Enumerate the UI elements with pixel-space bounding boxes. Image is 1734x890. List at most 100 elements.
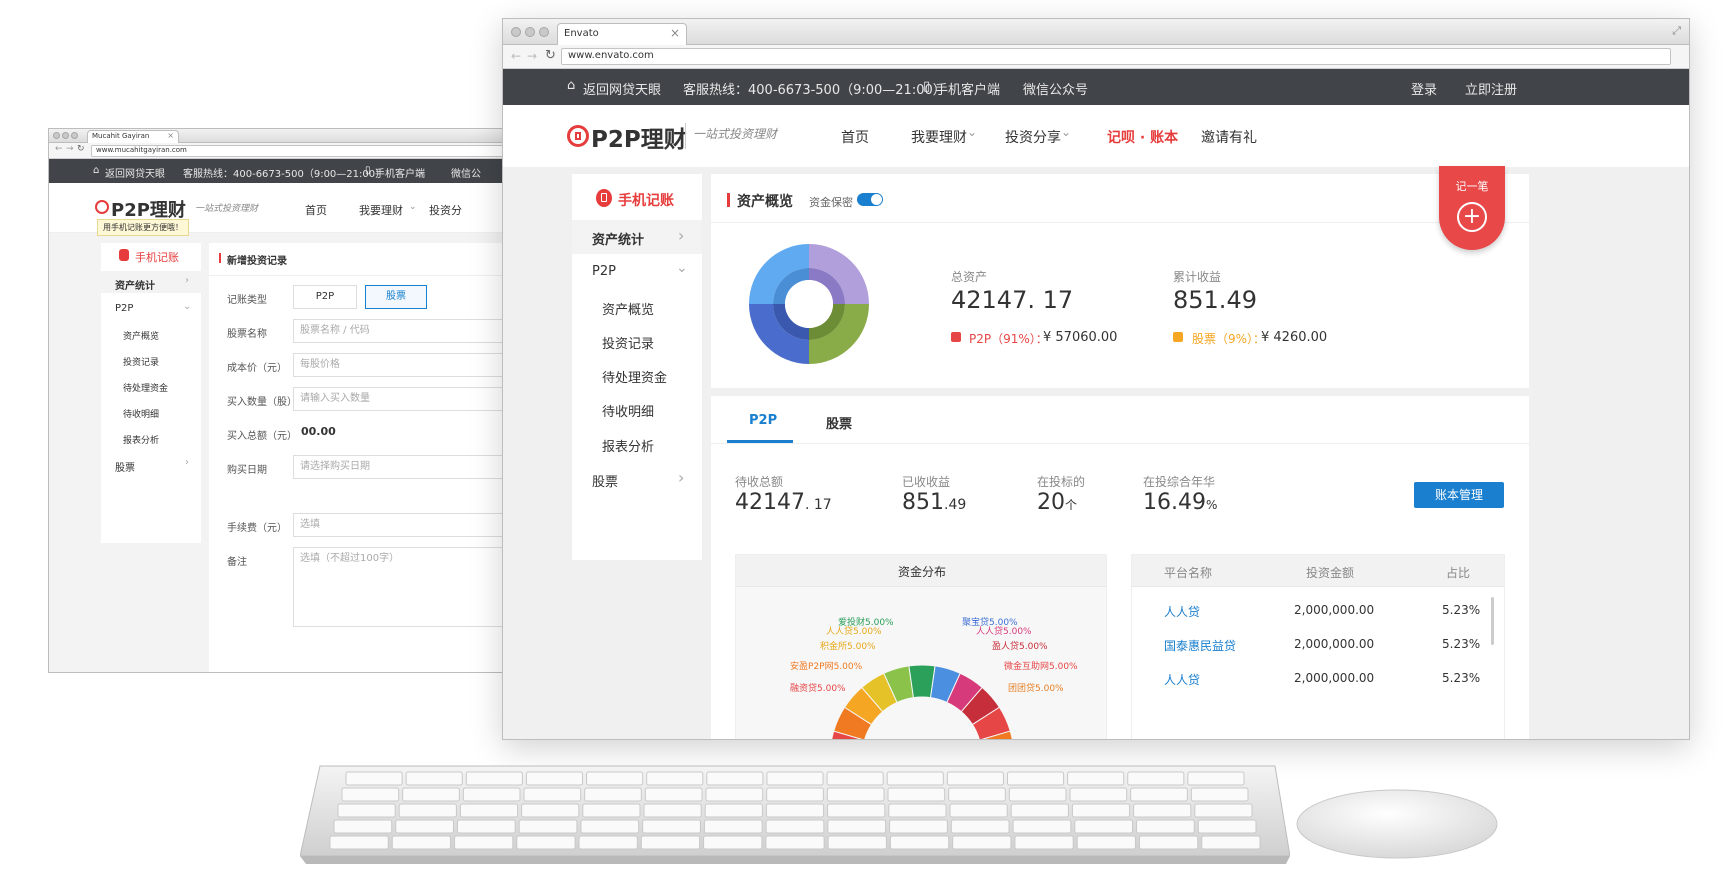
sidebar-item-receivable[interactable]: 待收明细 [602,401,654,420]
keyboard-key [646,771,704,786]
sidebar-item-overview[interactable]: 资产概览 [602,299,654,318]
topnav-home-link[interactable]: 返回网贷天眼 [105,165,165,180]
fullscreen-icon[interactable]: ⤢ [1672,24,1681,38]
phone-icon: ▯ [923,79,931,94]
nav-invite[interactable]: 邀请有礼 [1201,127,1257,147]
chevron-right-icon: › [678,226,685,245]
sidebar-item-overview[interactable]: 资产概览 [123,329,159,342]
sidebar-item-p2p[interactable]: P2P [592,264,616,279]
keyboard-key [1194,803,1253,818]
topnav-mobile-link[interactable]: 手机客户端 [935,79,1000,98]
nav-share[interactable]: 投资分享 [1005,127,1061,147]
nav-invest[interactable]: 我要理财 [359,202,403,218]
keyboard-key [950,819,1010,834]
add-record-button[interactable]: 记一笔 + [1439,166,1505,250]
platform-link[interactable]: 国泰惠民益贷 [1164,637,1236,654]
nav-home[interactable]: 首页 [841,127,869,147]
sidebar-item-p2p[interactable]: P2P [115,303,133,314]
keyboard-key [766,787,824,802]
sidebar-item-records[interactable]: 投资记录 [602,333,654,352]
sidebar-item-assets[interactable]: 资产统计 [592,229,644,248]
forward-arrow-icon[interactable]: → [527,49,537,63]
privacy-toggle[interactable] [857,193,883,206]
keyboard-key [465,771,523,786]
type-p2p-option[interactable]: P2P [293,285,357,309]
sidebar-item-pending[interactable]: 待处理资金 [123,381,168,394]
keyboard-key [1006,771,1065,786]
keyboard-key [1138,835,1199,850]
title-accent [727,193,730,207]
rate-label: 在投综合年华 [1143,475,1216,489]
keyboard-key [523,787,582,802]
platform-link[interactable]: 人人贷 [1164,603,1200,620]
platform-link[interactable]: 人人贷 [1164,671,1200,688]
keyboard-key [580,819,640,834]
sidebar-item-records[interactable]: 投资记录 [123,355,159,368]
maximize-dot-icon[interactable] [71,132,78,139]
sidebar-item-assets[interactable]: 资产统计 [115,277,155,292]
type-stock-option[interactable]: 股票 [365,285,427,309]
sidebar-item-report[interactable]: 报表分析 [123,433,159,446]
nav-ledger[interactable]: 记呗 · 账本 [1107,127,1178,147]
sidebar-item-stock[interactable]: 股票 [592,471,618,490]
keyboard-key [703,835,763,850]
close-dot-icon[interactable] [53,132,60,139]
table-row[interactable]: 人人贷 2,000,000.00 5.23% [1132,595,1504,629]
reload-icon[interactable]: ↻ [545,48,556,63]
reload-icon[interactable]: ↻ [77,144,85,154]
sidebar-item-receivable[interactable]: 待收明细 [123,407,159,420]
asset-donut-chart [749,244,869,364]
tab-stock[interactable]: 股票 [826,413,852,432]
cum-income-label: 累计收益 [1173,270,1222,284]
phone-icon: ▯ [365,165,371,176]
investing-label: 在投标的 [1037,475,1086,489]
cost-label: 成本价（元） [227,363,287,374]
back-arrow-icon[interactable]: ← [511,49,521,63]
minimize-dot-icon[interactable] [62,132,69,139]
tab-close-icon[interactable]: × [167,131,174,140]
keyboard-key [1187,771,1245,786]
topnav-home-link[interactable]: 返回网贷天眼 [583,79,661,98]
keyboard-key [765,803,825,818]
table-row[interactable]: 国泰惠民益贷 2,000,000.00 5.23% [1132,629,1504,663]
topnav-hotline: 客服热线：400-6673-500（9:00—21:00） [183,169,386,180]
topnav-wechat-link[interactable]: 微信公众号 [1023,79,1088,98]
logo-text[interactable]: P2P理财 [591,120,687,154]
pending-label: 待收总额 [735,475,784,489]
table-scrollbar[interactable] [1491,597,1494,645]
nav-invest[interactable]: 我要理财 [911,127,967,147]
table-row[interactable]: 人人贷 2,000,000.00 5.23% [1132,663,1504,697]
nav-share[interactable]: 投资分 [429,202,462,218]
topnav-mobile-link[interactable]: 手机客户端 [375,165,425,180]
topnav-wechat-link[interactable]: 微信公 [451,165,481,180]
maximize-dot-icon[interactable] [539,27,549,37]
stock-legend-label: 股票（9%）： [1192,332,1266,346]
amount-cell: 2,000,000.00 [1294,637,1375,651]
keyboard-key [1069,787,1128,802]
keyboard-image [300,765,1290,864]
tab-p2p[interactable]: P2P [749,413,777,428]
ledger-manage-button[interactable]: 账本管理 [1414,482,1504,508]
keyboard-key [456,819,516,834]
sidebar-item-stock[interactable]: 股票 [115,459,135,474]
keyboard-key [459,803,519,818]
amount-cell: 2,000,000.00 [1294,671,1375,685]
topnav-register-link[interactable]: 立即注册 [1465,79,1517,98]
forward-arrow-icon[interactable]: → [66,144,74,154]
keyboard-key [391,835,452,850]
topnav-login-link[interactable]: 登录 [1411,79,1437,98]
front-tab[interactable]: Envato × [557,23,687,45]
sidebar-item-pending[interactable]: 待处理资金 [602,367,667,386]
nav-home[interactable]: 首页 [305,202,327,218]
back-arrow-icon[interactable]: ← [55,144,63,154]
minimize-dot-icon[interactable] [525,27,535,37]
sidebar-item-report[interactable]: 报表分析 [602,436,654,455]
close-dot-icon[interactable] [511,27,521,37]
phone-icon [596,189,612,207]
pending-int: 42147 [735,490,805,515]
tab-close-icon[interactable]: × [670,26,680,40]
col-header-ratio: 占比 [1446,566,1471,580]
front-url-input[interactable]: www.envato.com [561,48,1671,65]
back-tab[interactable]: Mucahit Gayiran × [87,130,179,143]
keyboard-key [1014,835,1074,850]
